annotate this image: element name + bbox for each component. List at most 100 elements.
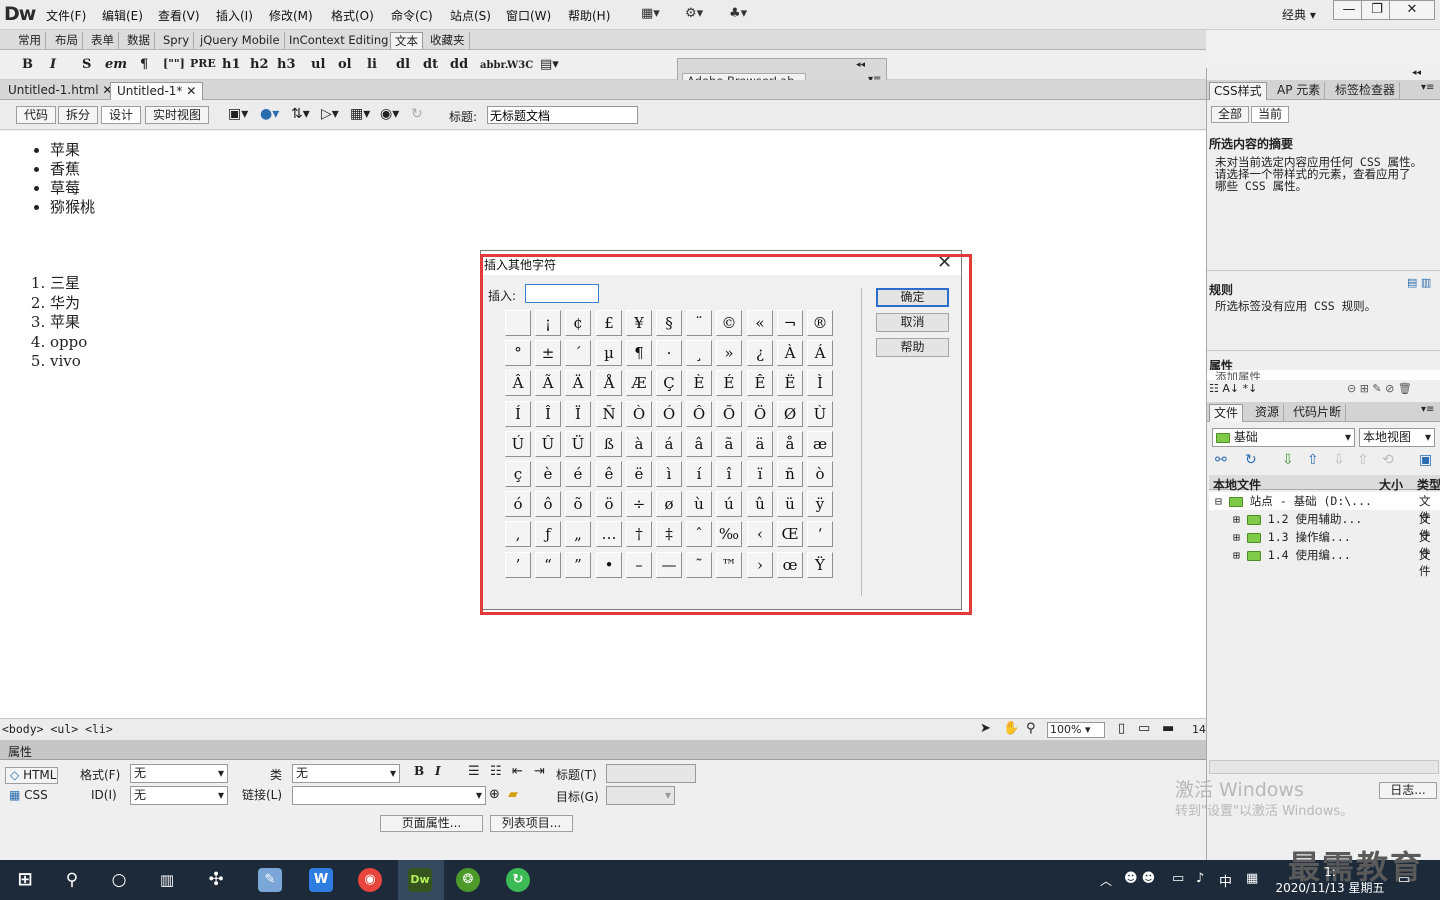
outdent-icon[interactable]: ⇤	[512, 764, 523, 779]
panel-menu-icon[interactable]: ▾≡	[1421, 82, 1434, 93]
doc-tab-untitled-html[interactable]: Untitled-1.html ✕	[2, 82, 120, 100]
id-select[interactable]: 无 ▾	[130, 786, 228, 805]
qq-icon[interactable]: ☻ ☻	[1124, 871, 1155, 886]
ol-button[interactable]: ol	[338, 57, 352, 72]
css-actions-icon[interactable]: ⊝ ⊞ ✎ ⊘ 🗑	[1347, 382, 1412, 395]
menu-edit[interactable]: 编辑(E)	[102, 7, 143, 24]
tab-spry[interactable]: Spry	[159, 32, 195, 49]
multiscreen-icon[interactable]: ▣▾	[228, 106, 248, 122]
show-cascade-icon[interactable]: ▤ ▥	[1407, 276, 1431, 289]
target-select[interactable]: ▾	[606, 786, 675, 805]
zoom-icon[interactable]: ⚲	[1026, 721, 1036, 736]
split-view-button[interactable]: 拆分	[58, 106, 99, 124]
tab-css-styles[interactable]: CSS样式	[1209, 82, 1267, 100]
class-select[interactable]: 无 ▾	[292, 764, 400, 783]
dl-button[interactable]: dl	[396, 57, 410, 72]
list-item-button[interactable]: 列表项目...	[490, 815, 573, 832]
site-icon[interactable]: ♣▾	[729, 6, 747, 21]
refresh-icon[interactable]: ↻	[1245, 452, 1257, 468]
view-select[interactable]: 本地视图 ▾	[1359, 428, 1435, 447]
h1-button[interactable]: h1	[222, 57, 241, 72]
keyboard-icon[interactable]: ▦	[1246, 871, 1258, 886]
category-view-icon[interactable]: ☷ A↓ *↓	[1209, 382, 1257, 395]
menu-file[interactable]: 文件(F)	[46, 7, 86, 24]
menu-format[interactable]: 格式(O)	[331, 7, 374, 24]
network-icon[interactable]: ▭	[1172, 871, 1184, 886]
gear-icon[interactable]: ⚙▾	[685, 6, 703, 21]
sync-icon[interactable]: ⟲	[1382, 452, 1394, 468]
panel-menu-icon[interactable]: ▾≡	[1421, 404, 1434, 415]
characters-icon[interactable]: ▤▾	[540, 57, 559, 72]
tab-favorites[interactable]: 收藏夹	[426, 32, 470, 49]
check-in-icon[interactable]: ⇧	[1357, 452, 1369, 468]
tab-incontext-editing[interactable]: InContext Editing	[285, 32, 394, 49]
em-button[interactable]: em	[105, 57, 127, 72]
list-item[interactable]: 苹果	[50, 141, 95, 160]
ul-button[interactable]: ul	[311, 57, 325, 72]
current-mode-button[interactable]: 当前	[1251, 106, 1289, 123]
visual-aids-icon[interactable]: ◉▾	[380, 106, 399, 122]
tab-data[interactable]: 数据	[123, 32, 155, 49]
get-files-icon[interactable]: ⇩	[1282, 452, 1294, 468]
tab-common[interactable]: 常用	[14, 32, 46, 49]
css-mode-button[interactable]: ▦ CSS	[5, 788, 58, 805]
notification-icon[interactable]: ▭	[1398, 872, 1410, 887]
strong-button[interactable]: S	[82, 57, 91, 72]
zoom-select[interactable]: 100% ▾	[1047, 722, 1105, 738]
tab-files[interactable]: 文件	[1209, 404, 1244, 422]
tab-assets[interactable]: 资源	[1251, 404, 1285, 422]
tree-row-folder[interactable]: ⊞ 1.3 操作编...	[1233, 529, 1351, 545]
h2-button[interactable]: h2	[250, 57, 269, 72]
tag-selector[interactable]: <body> <ul> <li>	[2, 722, 113, 736]
word-icon[interactable]: W	[309, 868, 333, 892]
list-item[interactable]: 猕猴桃	[50, 198, 95, 217]
dd-button[interactable]: dd	[450, 57, 468, 72]
menu-modify[interactable]: 修改(M)	[269, 7, 313, 24]
menu-insert[interactable]: 插入(I)	[216, 7, 253, 24]
paragraph-button[interactable]: ¶	[140, 57, 148, 72]
windows-start-icon[interactable]: ⊞	[13, 868, 37, 892]
unordered-list-icon[interactable]: ☰	[468, 764, 480, 779]
li-button[interactable]: li	[367, 57, 377, 72]
cortana-icon[interactable]: ○	[107, 868, 131, 892]
list-item[interactable]: 香蕉	[50, 160, 95, 179]
preview-globe-icon[interactable]: ●▾	[260, 106, 279, 122]
w3c-button[interactable]: W3C	[507, 60, 533, 71]
site-select[interactable]: 基础 ▾	[1212, 428, 1355, 447]
pointer-icon[interactable]: ➤	[980, 721, 991, 736]
desktop-size-icon[interactable]: ▬	[1162, 721, 1174, 736]
layout-icon[interactable]: ▦▾	[641, 6, 660, 21]
list-item[interactable]: oppo	[50, 333, 87, 353]
horizontal-scrollbar[interactable]	[1209, 760, 1439, 774]
doc-title-input[interactable]	[487, 106, 638, 124]
collapse-icon[interactable]: ◂◂	[1412, 68, 1421, 78]
format-select[interactable]: 无 ▾	[130, 764, 228, 783]
point-to-file-icon[interactable]: ⊕	[489, 787, 500, 802]
live-view-button[interactable]: 实时视图	[145, 106, 210, 124]
pinwheel-app-icon[interactable]: ✣	[204, 868, 228, 892]
italic-button[interactable]: I	[50, 57, 56, 72]
tab-tag-inspector[interactable]: 标签检查器	[1331, 82, 1401, 100]
tab-forms[interactable]: 表单	[87, 32, 119, 49]
hand-icon[interactable]: ✋	[1003, 721, 1019, 736]
indent-icon[interactable]: ⇥	[534, 764, 545, 779]
menu-help[interactable]: 帮助(H)	[568, 7, 610, 24]
code-view-button[interactable]: 代码	[16, 106, 57, 124]
search-icon[interactable]: ⚲	[60, 868, 84, 892]
workspace-switcher[interactable]: 经典 ▾	[1282, 6, 1316, 23]
html-mode-button[interactable]: ◇ HTML	[5, 767, 58, 784]
doc-tab-untitled-active[interactable]: Untitled-1* ✕	[110, 82, 204, 100]
expand-icon[interactable]: ▣	[1419, 452, 1432, 468]
watermelon-icon[interactable]: ❂	[456, 868, 480, 892]
check-out-icon[interactable]: ⇩	[1333, 452, 1345, 468]
tab-jquery-mobile[interactable]: jQuery Mobile	[196, 32, 285, 49]
tree-row-folder[interactable]: ⊞ 1.2 使用辅助...	[1233, 511, 1362, 527]
check-browser-icon[interactable]: ▦▾	[350, 106, 370, 122]
tab-snippets[interactable]: 代码片断	[1289, 404, 1347, 422]
tray-expand-icon[interactable]: ︿	[1100, 872, 1112, 889]
mobile-size-icon[interactable]: ▯	[1118, 721, 1125, 736]
browse-folder-icon[interactable]: ▰	[508, 787, 518, 802]
list-item[interactable]: vivo	[50, 352, 87, 372]
tab-ap-elements[interactable]: AP 元素	[1273, 82, 1326, 100]
add-property-row[interactable]: 添加属性	[1207, 370, 1440, 380]
